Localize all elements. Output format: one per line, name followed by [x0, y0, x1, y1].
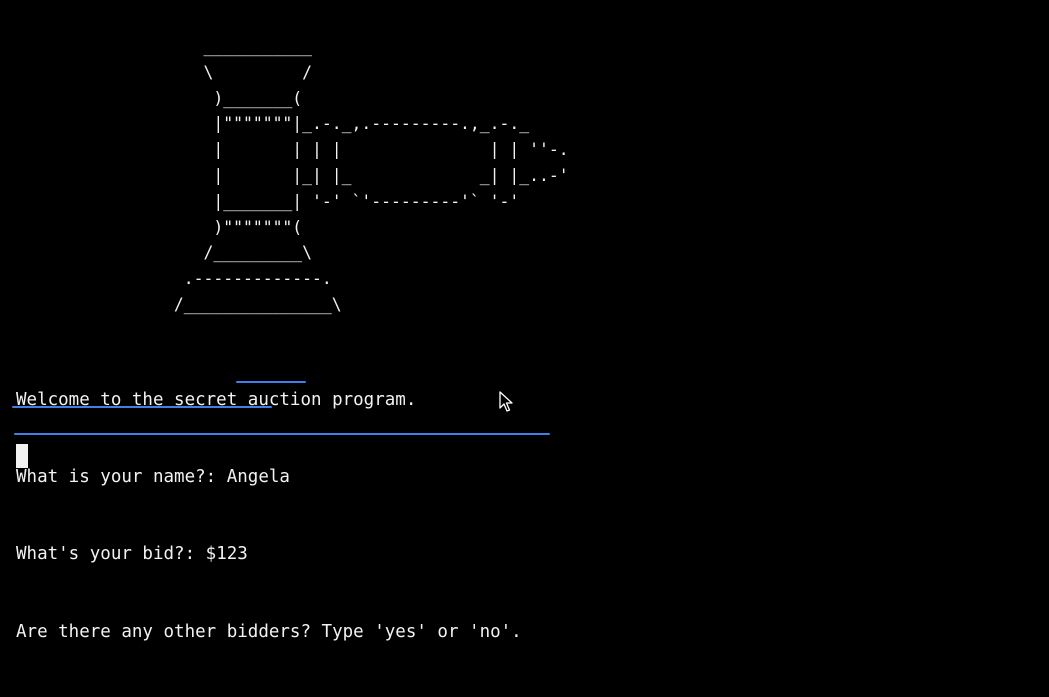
ascii-line: )_______(: [16, 88, 303, 108]
terminal-output: Welcome to the secret auction program. W…: [16, 336, 522, 697]
text-cursor[interactable]: [16, 444, 28, 468]
welcome-message: Welcome to the secret auction program.: [16, 389, 417, 410]
name-prompt: What is your name?:: [16, 466, 227, 487]
name-line: What is your name?: Angela: [16, 465, 522, 491]
ascii-line: |"""""""|_.-._,.---------.,_.-._: [16, 114, 530, 134]
gavel-ascii-art: ___________ \ / )_______( |"""""""|_.-._…: [16, 34, 569, 318]
ascii-line: | | | | | | ''-.: [16, 140, 569, 160]
bid-prompt: What's your bid?:: [16, 544, 206, 565]
bid-answer: $123: [205, 544, 248, 565]
bid-line-underline: [12, 406, 272, 408]
name-answer-underline: [236, 381, 306, 383]
ascii-line: .-------------.: [16, 269, 332, 289]
bid-line: What's your bid?: $123: [16, 542, 522, 568]
ascii-line: |_______| '-' `'---------'` '-': [16, 191, 520, 211]
ascii-line: ___________: [16, 37, 313, 56]
ascii-line: )"""""""(: [16, 217, 303, 237]
ascii-line: \ /: [16, 62, 313, 82]
other-bidders-underline: [14, 433, 550, 435]
mouse-pointer-icon: [499, 391, 513, 412]
other-bidders-prompt: Are there any other bidders? Type 'yes' …: [16, 621, 522, 642]
ascii-line: /_______________\: [16, 294, 342, 314]
ascii-line: | |_| |_ _| |_..-': [16, 165, 569, 185]
terminal-window[interactable]: ___________ \ / )_______( |"""""""|_.-._…: [0, 0, 1049, 642]
ascii-line: /_________\: [16, 243, 313, 263]
name-answer: Angela: [226, 466, 290, 487]
